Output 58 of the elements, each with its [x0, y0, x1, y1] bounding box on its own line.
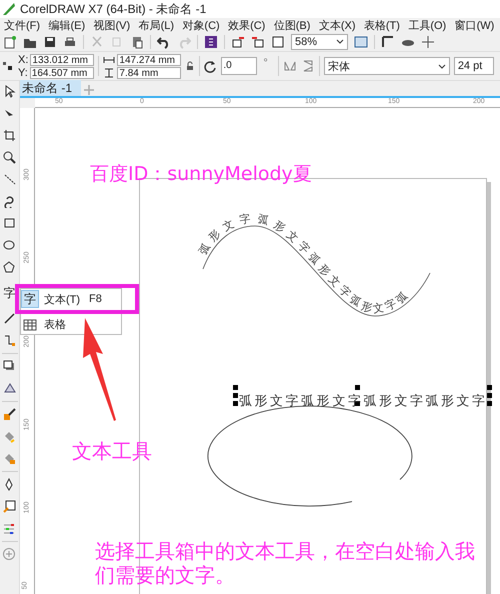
rotation-field[interactable]: .0 — [221, 57, 258, 75]
width-icon — [103, 54, 116, 64]
selected-text: 弧形文字弧形文字弧形文字弧形文字 — [238, 392, 487, 410]
y-label: Y: — [18, 66, 28, 78]
degree-sign: ° — [263, 57, 268, 69]
menu-item[interactable]: 编辑(E) — [47, 18, 90, 32]
menu-item[interactable]: 工具(O) — [407, 18, 450, 32]
object-properties-icon[interactable] — [3, 522, 16, 535]
menu-item[interactable]: 效果(C) — [227, 18, 270, 32]
menu-item[interactable]: 文件(F) — [3, 18, 44, 32]
width-field[interactable]: 147.274 mm — [117, 54, 182, 66]
flyout-item[interactable]: 字 文本(T) F8 — [21, 289, 121, 309]
rectangle-tool-icon[interactable] — [3, 217, 16, 230]
app-launcher-icon[interactable] — [204, 34, 218, 48]
pick-tool-icon[interactable] — [3, 85, 16, 98]
app-logo-icon — [2, 2, 16, 16]
undo-icon[interactable] — [157, 34, 171, 48]
x-label: X: — [18, 54, 28, 66]
polygon-tool-icon[interactable] — [3, 261, 16, 274]
chevron-down-icon — [438, 62, 446, 70]
height-icon — [103, 68, 116, 78]
document-tab[interactable]: 未命名 -1 — [20, 80, 82, 96]
connector-tool-icon[interactable] — [3, 334, 16, 347]
crop-tool-icon[interactable] — [3, 129, 16, 142]
font-size-field[interactable]: 24 pt — [454, 57, 494, 75]
zoom-tool-icon[interactable] — [3, 151, 16, 164]
font-dropdown[interactable]: 宋体 — [324, 57, 450, 75]
tool-annotation: 文本工具 — [72, 438, 152, 465]
window-title: CorelDRAW X7 (64-Bit) - 未命名 -1 — [20, 0, 206, 18]
artistic-media-icon[interactable] — [3, 195, 16, 208]
height-field[interactable]: 7.84 mm — [117, 66, 182, 78]
menu-item[interactable]: 对象(C) — [181, 18, 224, 32]
menu-item[interactable]: 窗口(W) — [454, 18, 498, 32]
ellipse-tool-icon[interactable] — [3, 239, 16, 252]
printer-icon[interactable] — [63, 34, 77, 48]
menu-item[interactable]: 文本(X) — [318, 18, 360, 32]
author-annotation: 百度ID：sunnyMelody夏 — [90, 162, 312, 187]
menu-item[interactable]: 布局(L) — [138, 18, 178, 32]
instruction-annotation: 选择工具箱中的文本工具，在空白处输入我们需要的文字。 — [95, 539, 476, 587]
drop-shadow-icon[interactable] — [3, 360, 16, 373]
flyout-item[interactable]: 表格 — [21, 315, 121, 334]
menu-item[interactable]: 表格(T) — [362, 18, 404, 32]
eyedropper-icon[interactable] — [3, 408, 16, 421]
curved-path-text: 弧形文字弧形文字弧形文字弧形文字弧 — [196, 212, 430, 316]
y-field[interactable]: 164.507 mm — [30, 66, 94, 78]
table-icon — [22, 316, 38, 332]
save-icon[interactable] — [43, 34, 57, 48]
chevron-down-icon — [336, 38, 344, 45]
menu-item[interactable]: 视图(V) — [92, 18, 134, 32]
text-tool-icon: 字 — [22, 291, 38, 307]
new-document-icon[interactable] — [3, 34, 17, 48]
x-field[interactable]: 133.012 mm — [30, 54, 94, 66]
zoom-dropdown[interactable]: 58% — [291, 34, 348, 50]
paste-icon[interactable] — [130, 34, 144, 48]
lock-icon[interactable] — [185, 61, 196, 71]
text-tool[interactable]: 字 — [2, 285, 18, 301]
menu-item[interactable]: 位图(B) — [272, 18, 314, 32]
rotate-icon — [204, 60, 218, 72]
